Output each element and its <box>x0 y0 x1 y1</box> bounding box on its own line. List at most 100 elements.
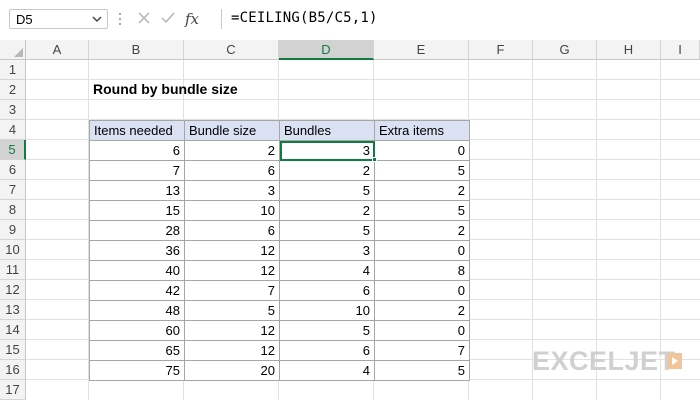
cell[interactable]: 65 <box>89 340 185 361</box>
row-header-8[interactable]: 8 <box>0 200 26 220</box>
cell[interactable]: 6 <box>89 140 185 161</box>
table-row: 60 12 5 0 <box>89 320 470 341</box>
name-box-value: D5 <box>16 12 33 27</box>
row-header-13[interactable]: 13 <box>0 300 26 320</box>
table-row: 6 2 3 0 <box>89 140 470 161</box>
cell[interactable]: 4 <box>279 360 375 381</box>
cell[interactable]: 10 <box>279 300 375 321</box>
column-header-b[interactable]: B <box>89 40 184 60</box>
column-header-i[interactable]: I <box>661 40 700 60</box>
cell[interactable]: 0 <box>374 240 470 261</box>
cell[interactable]: 7 <box>184 280 280 301</box>
cell[interactable]: 8 <box>374 260 470 281</box>
cell[interactable]: 12 <box>184 240 280 261</box>
enter-check-icon[interactable] <box>160 10 176 26</box>
column-header-g[interactable]: G <box>533 40 597 60</box>
cell[interactable]: 7 <box>89 160 185 181</box>
row-header-10[interactable]: 10 <box>0 240 26 260</box>
cell[interactable]: 6 <box>184 220 280 241</box>
cell[interactable]: 5 <box>374 360 470 381</box>
row-header-2[interactable]: 2 <box>0 80 26 100</box>
column-header-c[interactable]: C <box>184 40 279 60</box>
row-header-7[interactable]: 7 <box>0 180 26 200</box>
cell[interactable]: 2 <box>184 140 280 161</box>
row-header-15[interactable]: 15 <box>0 340 26 360</box>
cell[interactable]: 5 <box>374 200 470 221</box>
row-header-12[interactable]: 12 <box>0 280 26 300</box>
cell[interactable]: 5 <box>184 300 280 321</box>
table-row: 40 12 4 8 <box>89 260 470 281</box>
table-row: 7 6 2 5 <box>89 160 470 181</box>
drag-handle-icon[interactable] <box>118 12 122 26</box>
row-header-3[interactable]: 3 <box>0 100 26 120</box>
cell[interactable]: 7 <box>374 340 470 361</box>
select-all-corner[interactable] <box>0 40 26 60</box>
active-cell[interactable]: 3 <box>279 140 375 161</box>
cell[interactable]: 3 <box>184 180 280 201</box>
row-header-11[interactable]: 11 <box>0 260 26 280</box>
row-header-14[interactable]: 14 <box>0 320 26 340</box>
cell[interactable]: 5 <box>279 220 375 241</box>
cell[interactable]: 0 <box>374 140 470 161</box>
cell[interactable]: 2 <box>374 220 470 241</box>
header-bundles[interactable]: Bundles <box>279 120 375 141</box>
cell[interactable]: 60 <box>89 320 185 341</box>
cell[interactable]: 20 <box>184 360 280 381</box>
cell[interactable]: 36 <box>89 240 185 261</box>
cell[interactable]: 28 <box>89 220 185 241</box>
cell[interactable]: 0 <box>374 320 470 341</box>
cell[interactable]: 0 <box>374 280 470 301</box>
cell[interactable]: 2 <box>279 200 375 221</box>
table-row: 15 10 2 5 <box>89 200 470 221</box>
sheet-title[interactable]: Round by bundle size <box>93 81 238 97</box>
cell[interactable]: 12 <box>184 340 280 361</box>
cell[interactable]: 6 <box>279 340 375 361</box>
cell[interactable]: 48 <box>89 300 185 321</box>
cell[interactable]: 5 <box>279 320 375 341</box>
row-header-16[interactable]: 16 <box>0 360 26 380</box>
cell[interactable]: 4 <box>279 260 375 281</box>
cell[interactable]: 6 <box>184 160 280 181</box>
row-header-17[interactable]: 17 <box>0 380 26 400</box>
column-header-a[interactable]: A <box>26 40 89 60</box>
cell[interactable]: 42 <box>89 280 185 301</box>
cell[interactable]: 2 <box>279 160 375 181</box>
cell[interactable]: 12 <box>184 320 280 341</box>
insert-function-icon[interactable]: fx <box>184 10 206 28</box>
cell[interactable]: 5 <box>279 180 375 201</box>
cell[interactable]: 6 <box>279 280 375 301</box>
logo-wordmark: EXCELJET <box>532 346 676 376</box>
exceljet-logo: EXCELJET <box>532 346 684 376</box>
column-header-f[interactable]: F <box>469 40 533 60</box>
formula-input[interactable]: =CEILING(B5/C5,1) <box>221 9 696 29</box>
header-extra-items[interactable]: Extra items <box>374 120 470 141</box>
cell[interactable]: 3 <box>279 240 375 261</box>
name-box[interactable]: D5 <box>9 9 108 29</box>
cell[interactable]: 40 <box>89 260 185 281</box>
formula-buttons: fx <box>130 8 220 30</box>
row-header-6[interactable]: 6 <box>0 160 26 180</box>
header-bundle-size[interactable]: Bundle size <box>184 120 280 141</box>
row-header-4[interactable]: 4 <box>0 120 26 140</box>
cell[interactable]: 15 <box>89 200 185 221</box>
cell[interactable]: 13 <box>89 180 185 201</box>
header-items-needed[interactable]: Items needed <box>89 120 185 141</box>
column-header-e[interactable]: E <box>374 40 469 60</box>
cell[interactable]: 12 <box>184 260 280 281</box>
table-row: 28 6 5 2 <box>89 220 470 241</box>
column-header-d[interactable]: D <box>279 40 374 60</box>
cell[interactable]: 2 <box>374 300 470 321</box>
row-header-1[interactable]: 1 <box>0 60 26 80</box>
column-header-h[interactable]: H <box>597 40 661 60</box>
cell[interactable]: 2 <box>374 180 470 201</box>
row-header-5[interactable]: 5 <box>0 140 26 160</box>
cancel-icon[interactable] <box>136 10 152 26</box>
table-row: 48 5 10 2 <box>89 300 470 321</box>
chevron-down-icon[interactable] <box>91 13 103 25</box>
logo-mark-icon <box>668 353 682 369</box>
cell[interactable]: 10 <box>184 200 280 221</box>
fill-handle[interactable] <box>372 157 377 162</box>
cell[interactable]: 5 <box>374 160 470 181</box>
row-header-9[interactable]: 9 <box>0 220 26 240</box>
cell[interactable]: 75 <box>89 360 185 381</box>
